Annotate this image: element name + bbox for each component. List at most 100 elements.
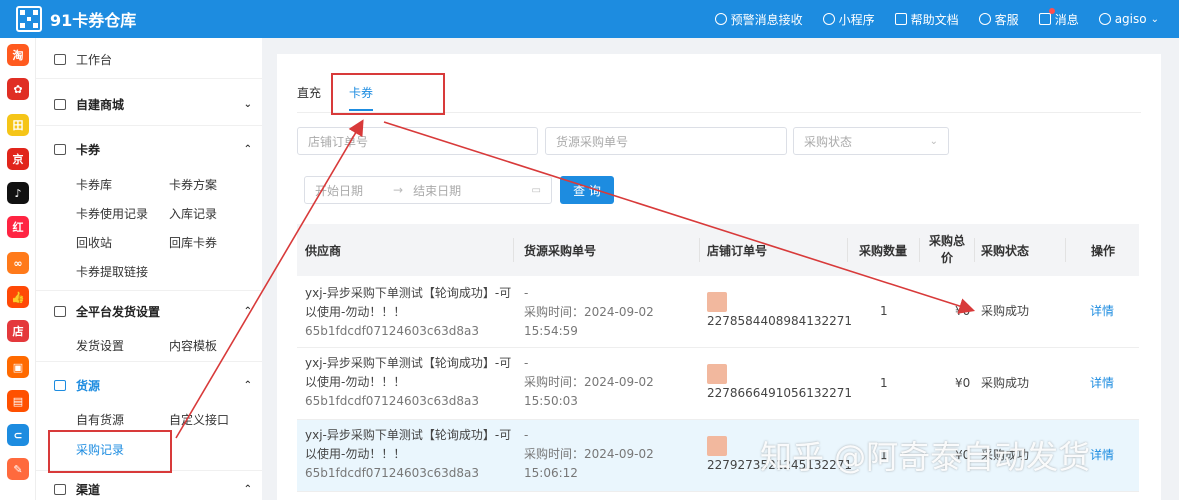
purchase-no-placeholder: 货源采购单号 — [556, 134, 629, 149]
unread-dot — [1048, 7, 1055, 14]
purchase-no: - — [524, 356, 529, 370]
purchase-time: 采购时间：2024-09-02 15:06:12 — [524, 447, 654, 480]
shop-order-input[interactable]: 店铺订单号 — [297, 127, 538, 155]
chevron-up-icon: ⌃ — [243, 483, 252, 495]
col-supplier: 供应商 — [305, 243, 342, 258]
dian-app-icon[interactable]: 店 — [7, 320, 29, 342]
top-nav: 预警消息接收 小程序 帮助文档 客服 消息 agiso ⌄ — [695, 7, 1179, 28]
sidebar-item-custom-api[interactable]: 自定义接口 — [169, 411, 229, 428]
sidebar-item-stock-in[interactable]: 入库记录 — [169, 205, 217, 222]
shop-app-icon[interactable]: ▣ — [7, 356, 29, 378]
messages-link[interactable]: 消息 — [1038, 7, 1079, 28]
sidebar-group-label: 自建商城 — [76, 97, 125, 112]
calendar-icon: ▭ — [531, 184, 541, 196]
quantity: 1 — [880, 304, 888, 318]
headset-icon — [978, 13, 991, 25]
top-bar: 91卡券仓库 预警消息接收 小程序 帮助文档 客服 消息 agiso ⌄ — [0, 0, 1179, 38]
sidebar-item-own-source[interactable]: 自有货源 — [76, 411, 124, 428]
app-logo[interactable]: 91卡券仓库 — [0, 6, 260, 32]
sidebar-item-returned-cards[interactable]: 回库卡券 — [169, 234, 217, 251]
supplier-name: yxj-异步采购下单测试【轮询成功】-可以使用-勿动！！！ — [305, 428, 512, 461]
shop-thumbnail — [707, 364, 727, 384]
date-range-picker[interactable]: 开始日期 → 结束日期 ▭ — [304, 176, 552, 204]
col-status: 采购状态 — [981, 243, 1030, 258]
app-title: 91卡券仓库 — [50, 11, 137, 30]
shop-order-placeholder: 店铺订单号 — [308, 134, 369, 149]
purchase-time: 采购时间：2024-09-02 15:54:59 — [524, 305, 654, 338]
sidebar-item-recycle-bin[interactable]: 回收站 — [76, 234, 112, 251]
help-docs-link[interactable]: 帮助文档 — [894, 11, 959, 28]
supplier-name: yxj-异步采购下单测试【轮询成功】-可以使用-勿动！！！ — [305, 286, 512, 319]
purchase-status-select[interactable]: 采购状态 ⌄ — [793, 127, 949, 155]
divider — [36, 78, 262, 79]
col-actions: 操作 — [1091, 243, 1116, 258]
divider — [36, 361, 262, 362]
sidebar-item-extract-link[interactable]: 卡券提取链接 — [76, 263, 148, 280]
search-button[interactable]: 查 询 — [560, 176, 614, 204]
customer-service-link[interactable]: 客服 — [978, 11, 1019, 28]
taobao-app-icon[interactable]: 淘 — [7, 44, 29, 66]
sidebar-group-label: 渠道 — [76, 482, 101, 497]
details-link[interactable]: 详情 — [1090, 302, 1114, 321]
xiaohongshu-app-icon[interactable]: 红 — [7, 216, 29, 238]
divider — [36, 290, 262, 291]
sidebar-group-shipping[interactable]: 全平台发货设置 ⌃ — [54, 300, 252, 322]
purchase-no: - — [524, 286, 529, 300]
link-app-icon[interactable]: ⊂ — [7, 424, 29, 446]
douyin-app-icon[interactable]: ♪ — [7, 182, 29, 204]
user-menu[interactable]: agiso ⌄ — [1098, 12, 1159, 26]
sidebar-group-label: 卡券 — [76, 142, 101, 157]
edit-app-icon[interactable]: ✎ — [7, 458, 29, 480]
mail-icon — [1038, 13, 1051, 25]
supplier-id: 65b1fdcdf07124603c63d8a3 — [305, 394, 479, 408]
details-link[interactable]: 详情 — [1090, 446, 1114, 465]
purchase-no-input[interactable]: 货源采购单号 — [545, 127, 787, 155]
user-icon — [1098, 13, 1111, 25]
sidebar-item-workbench[interactable]: 工作台 — [54, 48, 252, 70]
jingdong-app-icon[interactable]: 京 — [7, 148, 29, 170]
sidebar-group-channels[interactable]: 渠道 ⌃ — [54, 478, 252, 500]
col-separator — [974, 238, 975, 262]
sidebar-item-card-usage[interactable]: 卡券使用记录 — [76, 205, 148, 222]
chevron-up-icon: ⌃ — [243, 379, 252, 391]
shop-order-no: 2278584408984132271 — [707, 314, 853, 328]
sidebar-item-shipping-settings[interactable]: 发货设置 — [76, 337, 124, 354]
bell-icon — [714, 13, 727, 25]
sidebar-group-sourcing[interactable]: 货源 ⌃ — [54, 374, 252, 396]
chevron-up-icon: ⌃ — [243, 305, 252, 317]
dots-app-icon[interactable]: ∞ — [7, 252, 29, 274]
grid-icon — [54, 305, 66, 317]
bag-app-icon[interactable]: ▤ — [7, 390, 29, 412]
annotation-box-sidebar — [48, 430, 172, 473]
kuaishou-app-icon[interactable]: 👍 — [7, 286, 29, 308]
mini-program-link[interactable]: 小程序 — [822, 11, 875, 28]
col-quantity: 采购数量 — [859, 243, 908, 258]
channel-icon — [54, 483, 66, 495]
details-link[interactable]: 详情 — [1090, 374, 1114, 393]
supplier-id: 65b1fdcdf07124603c63d8a3 — [305, 466, 479, 480]
col-separator — [513, 238, 514, 262]
shop-thumbnail — [707, 292, 727, 312]
platform-icon-strip: 淘 ✿ 田 京 ♪ 红 ∞ 👍 店 ▣ ▤ ⊂ ✎ — [0, 38, 36, 500]
chevron-down-icon: ⌄ — [1150, 13, 1159, 25]
sidebar-item-card-library[interactable]: 卡券库 — [76, 176, 112, 193]
sidebar-group-cards[interactable]: 卡券 ⌃ — [54, 138, 252, 160]
col-separator — [1065, 238, 1066, 262]
purchase-time: 采购时间：2024-09-02 15:50:03 — [524, 375, 654, 408]
tianmao-app-icon[interactable]: 田 — [7, 114, 29, 136]
divider — [36, 125, 262, 126]
col-total-price: 采购总价 — [928, 234, 965, 265]
sidebar-item-card-plan[interactable]: 卡券方案 — [169, 176, 217, 193]
sidebar-group-mall[interactable]: 自建商城 ⌄ — [54, 93, 252, 115]
total-price: ¥0 — [955, 376, 971, 390]
username: agiso — [1114, 12, 1147, 26]
mini-program-icon — [822, 13, 835, 25]
sidebar-group-label: 全平台发货设置 — [76, 304, 161, 319]
arrow-right-icon: → — [393, 183, 404, 197]
table-header: 供应商 货源采购单号 店铺订单号 采购数量 采购总价 采购状态 操作 — [297, 224, 1139, 276]
pinduoduo-app-icon[interactable]: ✿ — [7, 78, 29, 100]
supplier-name: yxj-异步采购下单测试【轮询成功】-可以使用-勿动！！！ — [305, 356, 512, 389]
tab-direct-charge[interactable]: 直充 — [297, 84, 321, 111]
sidebar-item-content-template[interactable]: 内容模板 — [169, 337, 217, 354]
alert-message-link[interactable]: 预警消息接收 — [714, 11, 803, 28]
